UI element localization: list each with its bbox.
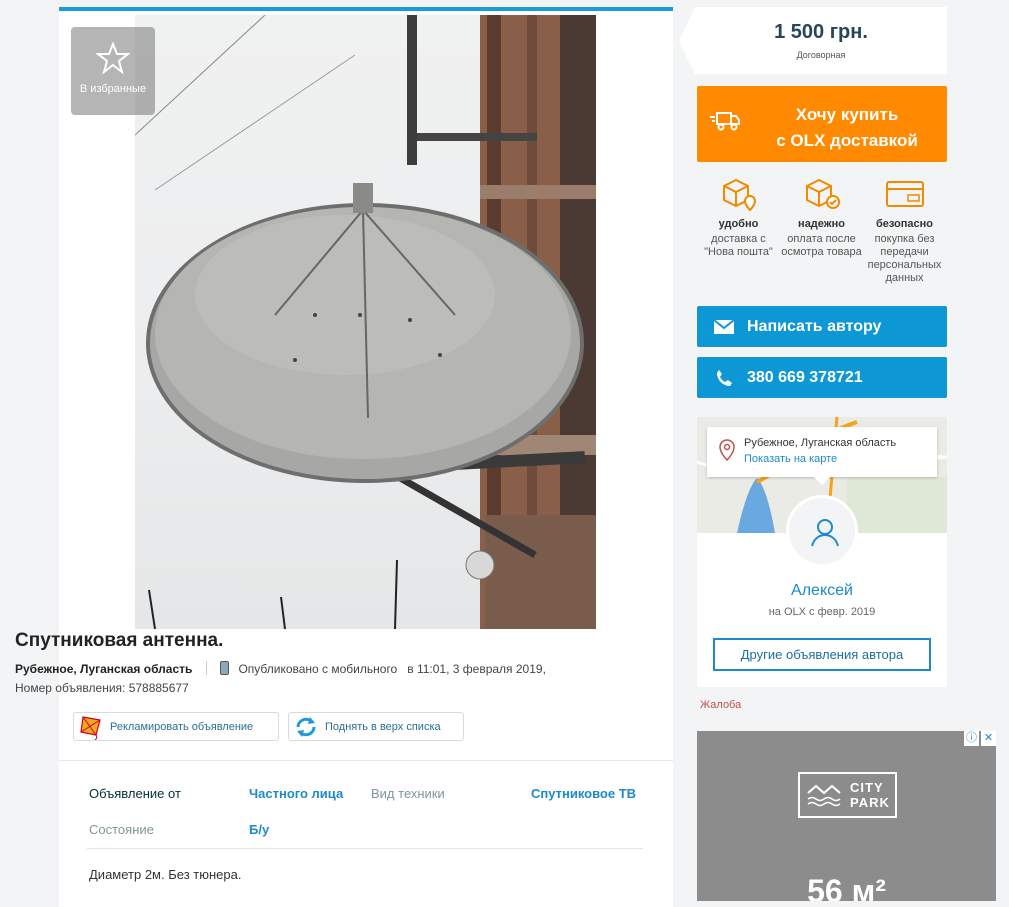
benefit-convenient: удобно доставка с "Нова пошта": [697, 176, 780, 259]
benefit-title: безопасно: [875, 218, 934, 230]
promote-ad-button[interactable]: Рекламировать объявление: [73, 712, 279, 741]
meta-separator: [205, 661, 207, 675]
benefit-text: покупка без передачи персональных данных: [867, 233, 942, 284]
price-notch: [679, 7, 695, 74]
ad-close-icon[interactable]: ✕: [981, 731, 996, 746]
ad-number: Номер объявления: 578885677: [15, 681, 189, 695]
buy-with-delivery-label: Хочу купить с OLX доставкой: [747, 102, 947, 154]
listing-photo[interactable]: [135, 15, 596, 629]
location-box-tip: [814, 477, 830, 485]
card-icon: [885, 181, 924, 207]
kite-icon: [80, 715, 101, 740]
box-location-icon: [722, 178, 756, 212]
ad-brand: CITY PARK: [850, 780, 890, 810]
buy-line-2: с OLX доставкой: [776, 131, 918, 150]
price: 1 500 грн.: [774, 21, 868, 43]
phone-icon: [717, 369, 732, 386]
show-phone-button[interactable]: 380 669 378721: [697, 357, 947, 398]
favorites-label: В избранные: [79, 83, 147, 95]
add-to-favorites-button[interactable]: В избранные: [71, 27, 155, 115]
benefit-text: доставка с "Нова пошта": [704, 233, 773, 258]
promote-ad-label: Рекламировать объявление: [110, 720, 254, 733]
published-source: Опубликовано с мобильного: [238, 662, 398, 676]
bump-ad-button[interactable]: Поднять в верх списка: [288, 712, 464, 741]
seller-card: Рубежное, Луганская область Показать на …: [697, 417, 947, 687]
ad-brand-line-2: PARK: [850, 795, 890, 810]
truck-icon: [710, 112, 740, 131]
ad-info-icon[interactable]: ⓘ: [964, 731, 979, 746]
price-box: 1 500 грн. Договорная: [695, 7, 947, 74]
mobile-phone-icon: [220, 661, 230, 675]
price-negotiable: Договорная: [796, 50, 846, 60]
seller-avatar[interactable]: [786, 495, 858, 567]
location-pin-icon: [719, 439, 735, 461]
seller-name[interactable]: Алексей: [697, 582, 947, 600]
buy-with-delivery-button[interactable]: Хочу купить с OLX доставкой: [697, 86, 947, 162]
message-author-label: Написать автору: [747, 317, 882, 335]
listing-meta: Рубежное, Луганская область Опубликовано…: [15, 661, 546, 676]
benefit-safe: безопасно покупка без передачи персональ…: [863, 176, 946, 285]
refresh-icon: [296, 716, 316, 737]
buy-line-1: Хочу купить: [795, 105, 899, 124]
ad-controls: ⓘ ✕: [964, 731, 996, 747]
benefit-title: надежно: [798, 218, 845, 230]
message-author-button[interactable]: Написать автору: [697, 306, 947, 347]
benefit-reliable: надежно оплата после осмотра товара: [780, 176, 863, 259]
bump-ad-label: Поднять в верх списка: [325, 720, 441, 733]
wave-logo-icon: [807, 784, 841, 807]
published-time: в 11:01, 3 февраля 2019,: [407, 662, 546, 676]
listing-card: В избранные: [59, 7, 673, 907]
envelope-icon: [713, 318, 735, 334]
complaint-link[interactable]: Жалоба: [700, 699, 741, 711]
user-icon: [811, 519, 839, 547]
box-check-icon: [805, 178, 840, 209]
seller-since: на OLX с февр. 2019: [768, 606, 876, 618]
listing-location: Рубежное, Луганская область: [15, 662, 193, 676]
satellite-dish-image: [135, 15, 596, 629]
phone-number: 380 669 378721: [747, 368, 863, 386]
ad-brand-line-1: CITY: [850, 780, 884, 795]
show-on-map-link[interactable]: Показать на карте: [744, 453, 837, 465]
map-location-box: Рубежное, Луганская область Показать на …: [707, 427, 937, 477]
advertisement-banner[interactable]: ⓘ ✕ CITY PARK 56 м²: [697, 731, 996, 901]
city-park-logo: CITY PARK: [798, 772, 897, 818]
map-location-text: Рубежное, Луганская область: [744, 437, 897, 449]
benefit-title: удобно: [718, 218, 759, 230]
benefit-text: оплата после осмотра товара: [781, 233, 862, 258]
listing-title: Спутниковая антенна.: [15, 630, 224, 651]
other-ads-button[interactable]: Другие объявления автора: [713, 638, 931, 671]
star-icon: [96, 41, 130, 75]
